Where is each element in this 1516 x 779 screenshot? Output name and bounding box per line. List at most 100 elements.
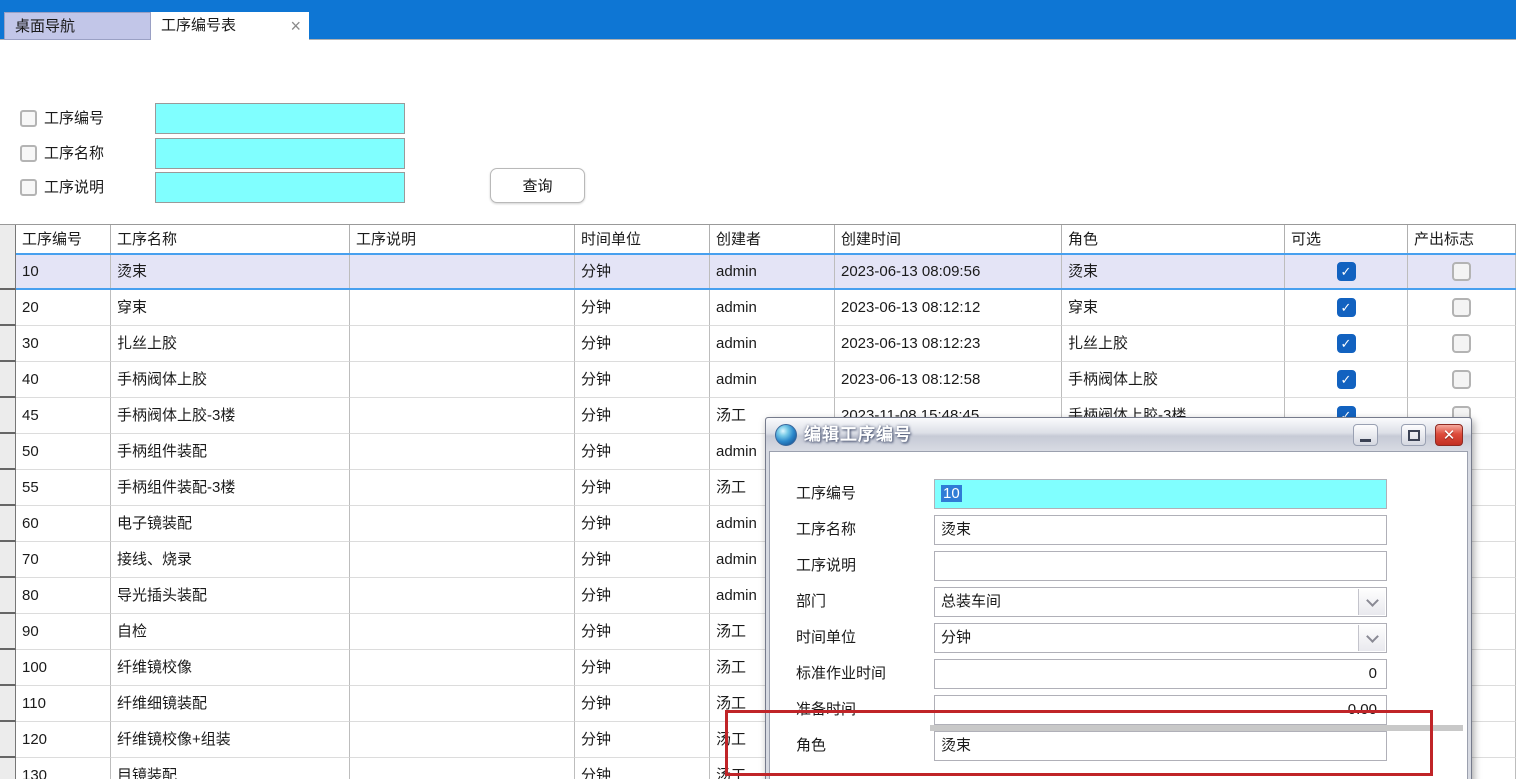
cell-role[interactable]: 手柄阀体上胶 [1062,362,1285,398]
cell-unit[interactable]: 分钟 [575,722,710,758]
row-selector[interactable] [0,506,16,542]
cell-name[interactable]: 纤维镜校像+组装 [111,722,350,758]
field-input-8[interactable]: 烫束 [934,731,1387,761]
selectable-checkbox[interactable]: ✓ [1337,334,1356,353]
row-selector[interactable] [0,326,16,362]
cell-unit[interactable]: 分钟 [575,470,710,506]
row-selector[interactable] [0,434,16,470]
combo-dropdown-button[interactable] [1358,625,1385,651]
cell-code[interactable]: 55 [16,470,111,506]
column-header[interactable]: 工序编号 [16,225,111,254]
row-selector[interactable] [0,758,16,779]
column-header[interactable]: 创建时间 [835,225,1062,254]
cell-unit[interactable]: 分钟 [575,614,710,650]
cell-created[interactable]: 2023-06-13 08:12:58 [835,362,1062,398]
cell-unit[interactable]: 分钟 [575,398,710,434]
row-selector[interactable] [0,614,16,650]
cell-unit[interactable]: 分钟 [575,578,710,614]
cell-desc[interactable] [350,470,575,506]
cell-desc[interactable] [350,398,575,434]
maximize-button[interactable] [1401,424,1426,446]
dialog-title-bar[interactable]: 编辑工序编号 ✕ [766,418,1471,451]
cell-name[interactable]: 手柄组件装配 [111,434,350,470]
cell-name[interactable]: 目镜装配 [111,758,350,779]
cell-desc[interactable] [350,434,575,470]
filter-checkbox[interactable] [20,145,37,162]
row-selector[interactable] [0,470,16,506]
row-selector[interactable] [0,398,16,434]
cell-code[interactable]: 120 [16,722,111,758]
cell-desc[interactable] [350,362,575,398]
cell-created[interactable]: 2023-06-13 08:12:23 [835,326,1062,362]
cell-created[interactable]: 2023-06-13 08:12:12 [835,290,1062,326]
combo-dropdown-button[interactable] [1358,589,1385,615]
cell-unit[interactable]: 分钟 [575,542,710,578]
field-input-4[interactable]: 总装车间 [934,587,1387,617]
column-header[interactable]: 角色 [1062,225,1285,254]
cell-name[interactable]: 烫束 [111,254,350,290]
row-selector[interactable] [0,542,16,578]
cell-creator[interactable]: admin [710,290,835,326]
field-input-6[interactable]: 0 [934,659,1387,689]
tab-close-icon[interactable]: × [290,12,301,40]
cell-desc[interactable] [350,650,575,686]
cell-code[interactable]: 130 [16,758,111,779]
cell-unit[interactable]: 分钟 [575,650,710,686]
row-selector[interactable] [0,578,16,614]
cell-desc[interactable] [350,686,575,722]
cell-code[interactable]: 40 [16,362,111,398]
column-header[interactable]: 工序名称 [111,225,350,254]
output-flag-checkbox[interactable] [1452,370,1471,389]
query-button[interactable]: 查询 [490,168,585,203]
cell-role[interactable]: 扎丝上胶 [1062,326,1285,362]
cell-code[interactable]: 100 [16,650,111,686]
cell-desc[interactable] [350,254,575,290]
output-flag-checkbox[interactable] [1452,262,1471,281]
output-flag-checkbox[interactable] [1452,298,1471,317]
field-input-3[interactable] [934,551,1387,581]
filter-checkbox[interactable] [20,179,37,196]
cell-code[interactable]: 110 [16,686,111,722]
cell-code[interactable]: 80 [16,578,111,614]
row-selector[interactable] [0,722,16,758]
cell-role[interactable]: 烫束 [1062,254,1285,290]
selectable-checkbox[interactable]: ✓ [1337,370,1356,389]
row-selector[interactable] [0,254,16,290]
cell-role[interactable]: 穿束 [1062,290,1285,326]
cell-desc[interactable] [350,326,575,362]
cell-unit[interactable]: 分钟 [575,254,710,290]
cell-code[interactable]: 30 [16,326,111,362]
filter-input[interactable] [155,103,405,134]
cell-code[interactable]: 20 [16,290,111,326]
filter-checkbox[interactable] [20,110,37,127]
cell-code[interactable]: 45 [16,398,111,434]
cell-desc[interactable] [350,290,575,326]
cell-code[interactable]: 50 [16,434,111,470]
cell-unit[interactable]: 分钟 [575,686,710,722]
table-row[interactable]: 40手柄阀体上胶分钟admin2023-06-13 08:12:58手柄阀体上胶… [0,362,1516,398]
cell-creator[interactable]: admin [710,362,835,398]
row-selector[interactable] [0,650,16,686]
table-row[interactable]: 10烫束分钟admin2023-06-13 08:09:56烫束✓ [0,254,1516,290]
cell-created[interactable]: 2023-06-13 08:09:56 [835,254,1062,290]
column-header[interactable]: 时间单位 [575,225,710,254]
tab-desktop-navigation[interactable]: 桌面导航 [4,12,151,40]
cell-name[interactable]: 自检 [111,614,350,650]
cell-unit[interactable]: 分钟 [575,434,710,470]
cell-name[interactable]: 电子镜装配 [111,506,350,542]
cell-desc[interactable] [350,758,575,779]
cell-name[interactable]: 手柄阀体上胶-3楼 [111,398,350,434]
row-selector[interactable] [0,290,16,326]
cell-name[interactable]: 手柄阀体上胶 [111,362,350,398]
filter-input[interactable] [155,172,405,203]
output-flag-checkbox[interactable] [1452,334,1471,353]
cell-name[interactable]: 手柄组件装配-3楼 [111,470,350,506]
column-header[interactable]: 工序说明 [350,225,575,254]
cell-unit[interactable]: 分钟 [575,326,710,362]
column-header[interactable]: 产出标志 [1408,225,1516,254]
cell-name[interactable]: 导光插头装配 [111,578,350,614]
cell-code[interactable]: 70 [16,542,111,578]
cell-code[interactable]: 90 [16,614,111,650]
cell-code[interactable]: 10 [16,254,111,290]
minimize-button[interactable] [1353,424,1378,446]
